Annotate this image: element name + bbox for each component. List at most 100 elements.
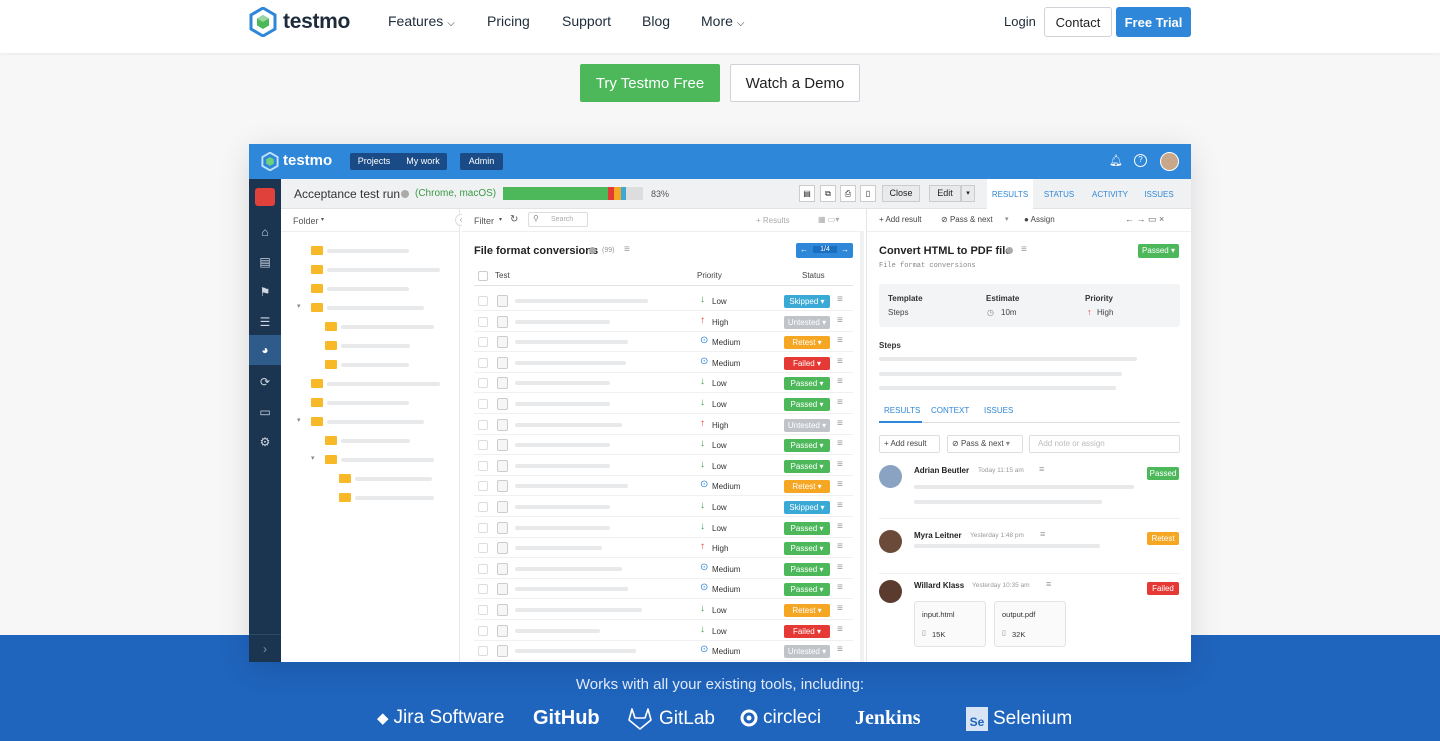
status-badge[interactable]: Passed ▾ [784, 542, 830, 556]
row-menu-icon[interactable]: ≡ [837, 582, 843, 593]
folder-item[interactable] [281, 490, 460, 506]
detail-window-controls[interactable]: ← → ▭ × [1125, 214, 1164, 225]
row-checkbox[interactable] [478, 605, 488, 615]
folder-item[interactable] [281, 471, 460, 487]
status-badge[interactable]: Untested ▾ [784, 418, 830, 432]
status-badge[interactable]: Passed ▾ [784, 439, 830, 453]
search-input[interactable]: ⚲ Search [528, 212, 588, 227]
edit-run-button[interactable]: Edit [929, 185, 961, 202]
automation-icon[interactable]: ⟳ [257, 375, 273, 389]
col-status[interactable]: Status [802, 271, 825, 280]
row-checkbox[interactable] [478, 625, 488, 636]
row-checkbox[interactable] [478, 646, 488, 657]
row-checkbox[interactable] [478, 399, 488, 409]
add-results-link[interactable]: + Results [756, 216, 790, 225]
row-checkbox[interactable] [478, 440, 488, 451]
menu-icon[interactable]: ≡ [1021, 244, 1027, 255]
report-icon[interactable]: ▤ [799, 185, 815, 202]
row-checkbox[interactable] [478, 502, 488, 512]
home-icon[interactable]: ⌂ [257, 225, 273, 239]
tab-status[interactable]: STATUS [1035, 190, 1083, 199]
expand-caret-icon[interactable]: ▾ [311, 454, 315, 462]
assign-link[interactable]: ● Assign [1024, 215, 1055, 224]
folder-item[interactable] [281, 319, 460, 335]
nav-more[interactable]: More ⌵ [701, 13, 745, 29]
tab-issues[interactable]: ISSUES [1138, 190, 1180, 199]
login-link[interactable]: Login [1004, 14, 1036, 29]
expand-caret-icon[interactable]: ▾ [297, 302, 301, 310]
try-free-button[interactable]: Try Testmo Free [580, 64, 720, 102]
row-checkbox[interactable] [478, 460, 488, 471]
list-icon[interactable]: ☰ [257, 315, 273, 329]
tab-activity[interactable]: ACTIVITY [1085, 190, 1135, 199]
view-columns-icon[interactable]: ▦ ▭▾ [818, 215, 839, 224]
status-badge[interactable]: Passed ▾ [784, 521, 830, 535]
status-badge[interactable]: Retest ▾ [784, 480, 830, 494]
nav-pricing[interactable]: Pricing [487, 13, 530, 29]
row-checkbox[interactable] [478, 357, 488, 368]
status-dropdown[interactable]: Passed ▾ [1138, 244, 1179, 258]
folder-item[interactable]: ▾ [281, 300, 460, 316]
attachment-card[interactable]: output.pdf ▯ 32K [994, 601, 1066, 647]
row-menu-icon[interactable]: ≡ [837, 603, 843, 614]
copy-icon[interactable]: ⧉ [820, 185, 836, 202]
note-input[interactable]: Add note or assign [1029, 435, 1180, 453]
add-result-button[interactable]: + Add result [879, 435, 940, 453]
caret-down-icon[interactable]: ▾ [1005, 215, 1009, 223]
status-badge[interactable]: Untested ▾ [784, 315, 830, 329]
status-badge[interactable]: Skipped ▾ [784, 295, 830, 308]
row-menu-icon[interactable]: ≡ [837, 624, 843, 635]
nav-support[interactable]: Support [562, 13, 611, 29]
status-badge[interactable]: Retest ▾ [784, 336, 830, 350]
row-checkbox[interactable] [478, 522, 488, 533]
pager-current[interactable]: 1/4 [813, 246, 837, 253]
detail-tab-results[interactable]: RESULTS [884, 406, 920, 415]
row-checkbox[interactable] [478, 337, 488, 348]
test-row[interactable]: ⊙ Medium Passed ▾ ≡ [462, 579, 858, 600]
close-run-button[interactable]: Close [882, 185, 920, 202]
status-badge[interactable]: Untested ▾ [784, 645, 830, 659]
add-result-link[interactable]: + Add result [879, 215, 921, 224]
col-priority[interactable]: Priority [697, 271, 722, 280]
help-icon[interactable]: ? [1134, 154, 1147, 167]
row-menu-icon[interactable]: ≡ [837, 438, 843, 449]
row-menu-icon[interactable]: ≡ [837, 479, 843, 490]
test-row[interactable]: ⊙ Medium Passed ▾ ≡ [462, 559, 858, 579]
row-menu-icon[interactable]: ≡ [837, 541, 843, 552]
menu-icon[interactable]: ≡ [1040, 529, 1045, 539]
status-badge[interactable]: Retest ▾ [784, 604, 830, 617]
expand-chevron-icon[interactable]: › [257, 642, 273, 656]
status-badge[interactable]: Passed ▾ [784, 377, 830, 391]
status-badge[interactable]: Failed ▾ [784, 356, 830, 370]
status-badge[interactable]: Skipped ▾ [784, 501, 830, 514]
row-checkbox[interactable] [478, 296, 488, 306]
tab-my-work[interactable]: My work [399, 153, 447, 170]
folder-item[interactable] [281, 395, 460, 411]
nav-features[interactable]: Features ⌵ [388, 13, 455, 29]
status-badge[interactable]: Passed ▾ [784, 398, 830, 411]
row-menu-icon[interactable]: ≡ [837, 459, 843, 470]
contact-button[interactable]: Contact [1044, 7, 1112, 37]
select-all-checkbox[interactable] [478, 271, 488, 281]
test-row[interactable]: ⊙ Medium Failed ▾ ≡ [462, 353, 858, 373]
status-badge[interactable]: Passed ▾ [784, 562, 830, 576]
detail-tab-context[interactable]: CONTEXT [931, 406, 969, 415]
test-row[interactable]: ↓ Low Skipped ▾ ≡ [462, 291, 858, 311]
row-menu-icon[interactable]: ≡ [837, 418, 843, 429]
sessions-icon[interactable]: ▭ [257, 405, 273, 419]
settings-icon[interactable]: ⚙ [257, 435, 273, 449]
test-row[interactable]: ↓ Low Passed ▾ ≡ [462, 435, 858, 456]
attachment-card[interactable]: input.html ▯ 15K [914, 601, 986, 647]
test-row[interactable]: ↓ Low Passed ▾ ≡ [462, 373, 858, 394]
menu-icon[interactable]: ≡ [1039, 464, 1044, 474]
section-menu-icon[interactable]: ≡ [624, 244, 630, 255]
expand-caret-icon[interactable]: ▾ [297, 416, 301, 424]
col-test[interactable]: Test [495, 271, 510, 280]
free-trial-button[interactable]: Free Trial [1116, 7, 1191, 37]
row-checkbox[interactable] [478, 316, 488, 327]
tab-admin[interactable]: Admin [460, 153, 503, 170]
status-badge[interactable]: Passed ▾ [784, 459, 830, 473]
caret-down-icon[interactable]: ▾ [961, 185, 975, 202]
menu-icon[interactable]: ≡ [1046, 579, 1051, 589]
pass-next-link[interactable]: ⊘ Pass & next [941, 215, 993, 224]
